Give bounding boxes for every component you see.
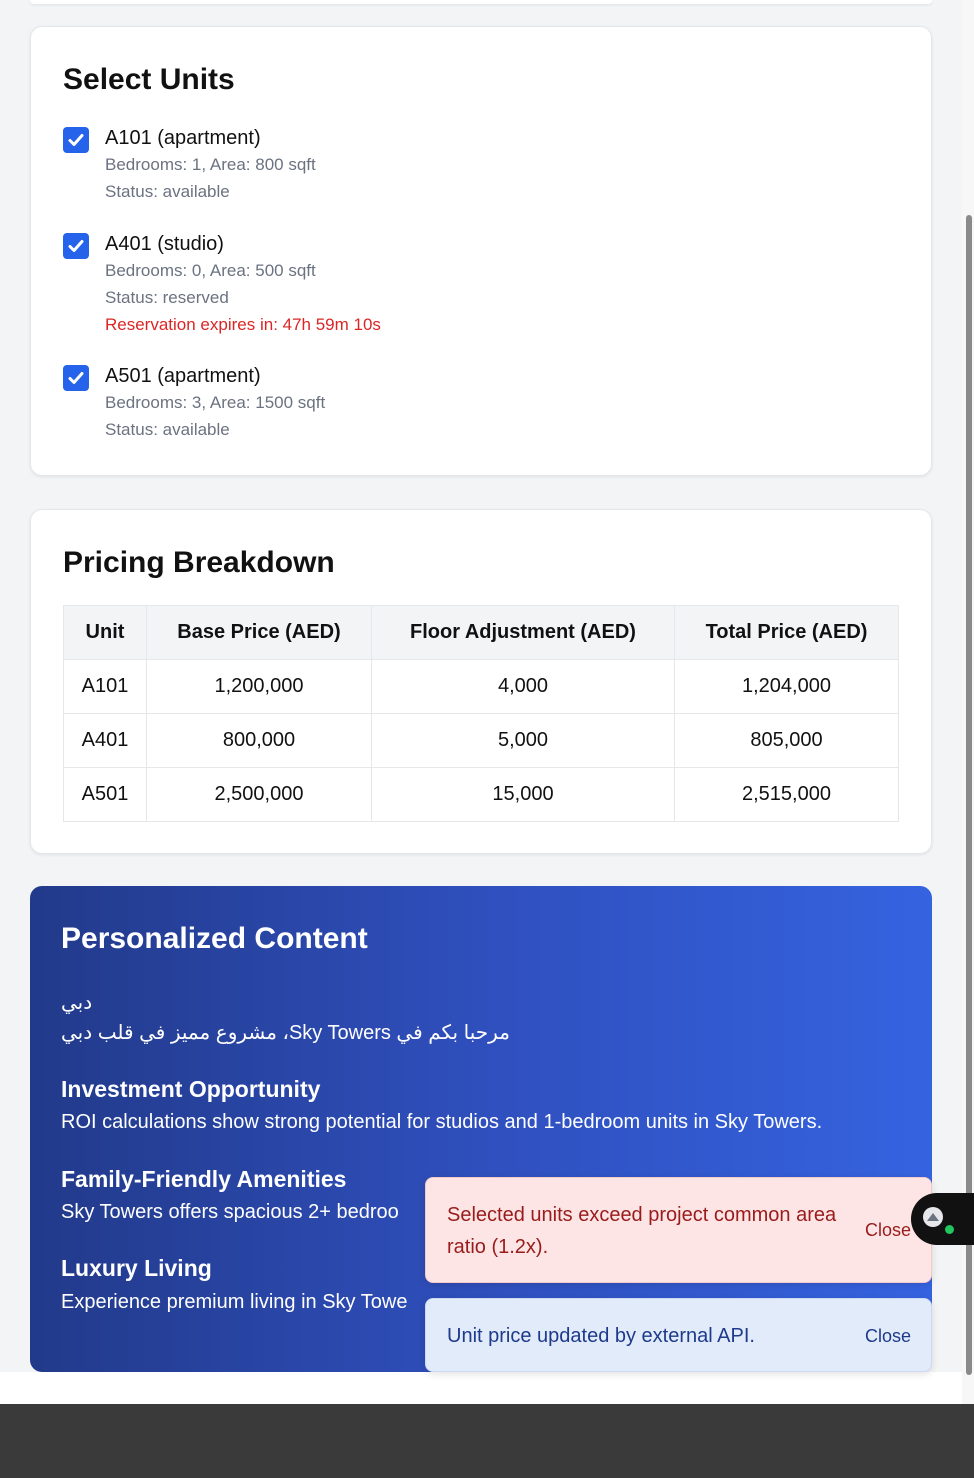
section-text-investment: ROI calculations show strong potential f…: [61, 1111, 823, 1133]
pricing-breakdown-card: Pricing Breakdown Unit Base Price (AED) …: [30, 509, 932, 854]
table-cell: 805,000: [674, 713, 899, 768]
table-cell: A101: [63, 659, 147, 714]
unit-checkbox-a101[interactable]: [63, 127, 89, 153]
unit-checkbox-a501[interactable]: [63, 365, 89, 391]
checkmark-icon: [68, 134, 84, 146]
table-cell: 1,204,000: [674, 659, 899, 714]
table-row: A501 2,500,000 15,000 2,515,000: [63, 767, 899, 822]
table-row: A101 1,200,000 4,000 1,204,000: [63, 659, 899, 714]
select-units-title: Select Units: [63, 63, 235, 96]
arabic-city-text: دبي: [61, 992, 93, 1014]
table-cell: 5,000: [371, 713, 675, 768]
online-status-dot: [945, 1225, 954, 1234]
section-text-family: Sky Towers offers spacious 2+ bedroo: [61, 1201, 399, 1223]
column-header: Floor Adjustment (AED): [371, 605, 675, 660]
arabic-welcome-text: مرحبا بكم في Sky Towers، مشروع مميز في ق…: [61, 1022, 510, 1044]
toast-close-button[interactable]: Close: [865, 1220, 911, 1241]
toast-message: Selected units exceed project common are…: [447, 1204, 837, 1258]
unit-details: Bedrooms: 3, Area: 1500 sqft: [105, 393, 326, 412]
table-cell: A401: [63, 713, 147, 768]
pricing-table: Unit Base Price (AED) Floor Adjustment (…: [63, 605, 899, 822]
section-heading-family: Family-Friendly Amenities: [61, 1166, 347, 1192]
table-cell: 4,000: [371, 659, 675, 714]
reservation-countdown: Reservation expires in: 47h 59m 10s: [105, 315, 381, 334]
pricing-title: Pricing Breakdown: [63, 546, 335, 579]
unit-status: Status: reserved: [105, 288, 229, 307]
table-cell: A501: [63, 767, 147, 822]
toast-message: Unit price updated by external API.: [447, 1325, 755, 1347]
column-header: Base Price (AED): [146, 605, 372, 660]
section-text-luxury: Experience premium living in Sky Towe: [61, 1291, 408, 1313]
toast-close-button[interactable]: Close: [865, 1326, 911, 1347]
table-row: A401 800,000 5,000 805,000: [63, 713, 899, 768]
column-header: Total Price (AED): [674, 605, 899, 660]
column-header: Unit: [63, 605, 147, 660]
personalized-title: Personalized Content: [61, 922, 368, 955]
assistant-icon: [923, 1207, 943, 1227]
unit-status: Status: available: [105, 420, 230, 439]
table-cell: 15,000: [371, 767, 675, 822]
section-heading-luxury: Luxury Living: [61, 1255, 212, 1281]
checkmark-icon: [68, 372, 84, 384]
unit-title: A401 (studio): [105, 233, 224, 255]
table-header-row: Unit Base Price (AED) Floor Adjustment (…: [63, 605, 899, 660]
info-toast: Unit price updated by external API. Clos…: [425, 1298, 932, 1372]
page-bottom: [0, 1372, 974, 1404]
unit-details: Bedrooms: 1, Area: 800 sqft: [105, 155, 316, 174]
previous-card-bottom: [30, 0, 932, 4]
assistant-widget-button[interactable]: [911, 1193, 974, 1245]
table-cell: 1,200,000: [146, 659, 372, 714]
checkmark-icon: [68, 240, 84, 252]
unit-details: Bedrooms: 0, Area: 500 sqft: [105, 261, 316, 280]
select-units-card: Select Units A101 (apartment) Bedrooms: …: [30, 26, 932, 476]
table-cell: 2,500,000: [146, 767, 372, 822]
unit-title: A501 (apartment): [105, 365, 261, 387]
unit-checkbox-a401[interactable]: [63, 233, 89, 259]
browser-footer-bar: [0, 1404, 974, 1478]
table-cell: 2,515,000: [674, 767, 899, 822]
unit-status: Status: available: [105, 182, 230, 201]
unit-title: A101 (apartment): [105, 127, 261, 149]
section-heading-investment: Investment Opportunity: [61, 1076, 321, 1102]
table-cell: 800,000: [146, 713, 372, 768]
error-toast: Selected units exceed project common are…: [425, 1177, 932, 1283]
